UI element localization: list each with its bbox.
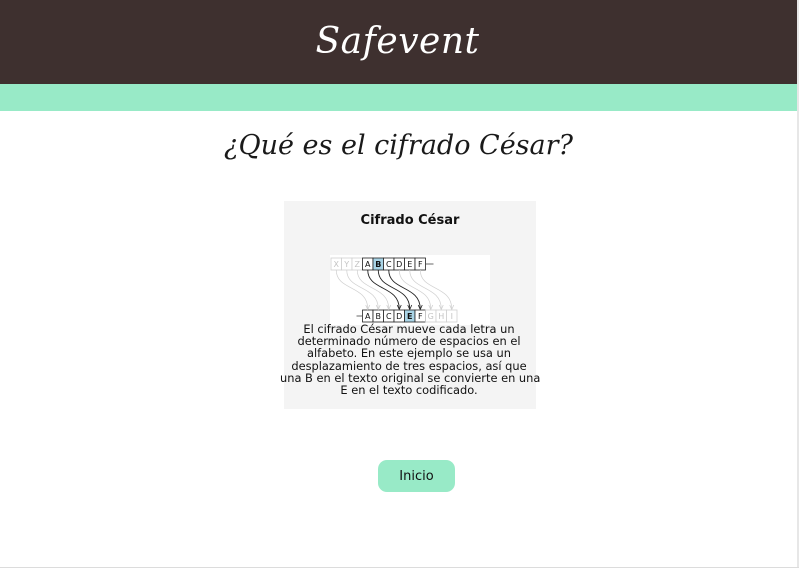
top-cell-letter: Y (343, 260, 349, 269)
top-cell-letter: D (396, 260, 402, 269)
site-header: Safevent (0, 0, 797, 84)
bottom-cell-letter: F (418, 312, 423, 321)
top-cell-letter: Z (355, 260, 361, 269)
top-cell-letter: C (386, 260, 392, 269)
caption-line: desplazamiento de tres espacios, así que (291, 358, 527, 373)
home-button[interactable]: Inicio (378, 460, 455, 492)
bottom-cell-letter: H (438, 312, 444, 321)
card-title: Cifrado César (360, 213, 460, 228)
bottom-cell-letter: B (376, 312, 382, 321)
caption-line: E en el texto codificado. (340, 383, 478, 398)
bottom-cell-letter: I (451, 312, 453, 321)
bottom-cell-letter: C (386, 312, 392, 321)
bottom-cell-letter: A (365, 312, 371, 321)
caption-line: alfabeto. En este ejemplo se usa un (307, 346, 511, 361)
top-cell-letter: X (334, 260, 340, 269)
bottom-cell-letter: D (396, 312, 402, 321)
bottom-cell-letter: E (407, 312, 412, 321)
top-cell-letter: A (365, 260, 371, 269)
bottom-cell-letter: G (428, 312, 434, 321)
card-caption: El cifrado César mueve cada letra un det… (280, 323, 540, 398)
top-cell-letter: B (375, 260, 381, 269)
caesar-shift-diagram: XYZABCDEF ABCDEFGHI (330, 255, 490, 325)
brand-logo[interactable]: Safevent (315, 21, 479, 62)
top-cell-letter: E (407, 260, 412, 269)
page-title: ¿Qué es el cifrado César? (223, 130, 574, 161)
cipher-illustration-card: Cifrado César XYZABCDEF ABCDEFGHI El cif… (280, 201, 540, 409)
top-cell-letter: F (418, 260, 423, 269)
accent-band (0, 84, 797, 111)
